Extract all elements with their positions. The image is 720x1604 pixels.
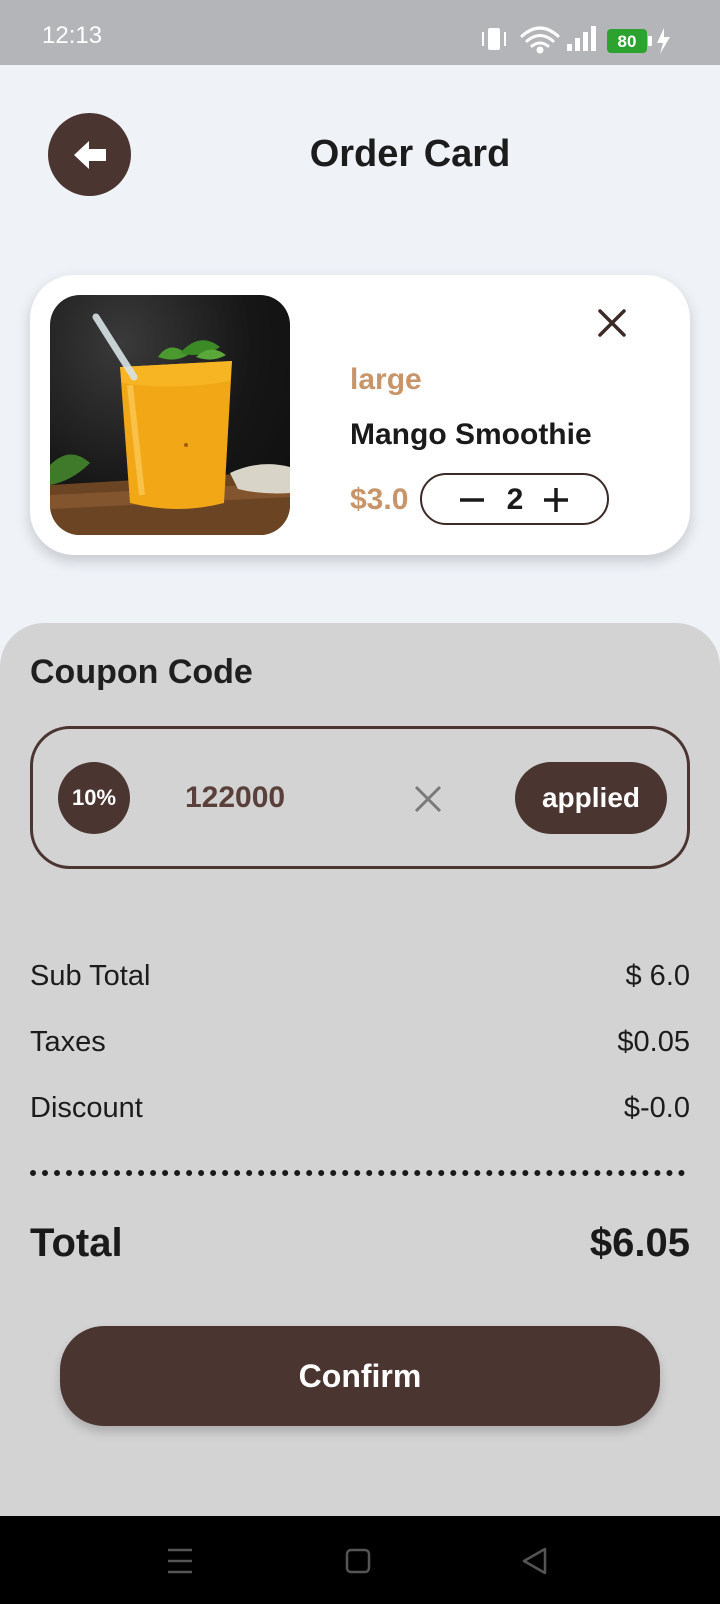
cart-item-card: large Mango Smoothie $3.0 2	[30, 275, 690, 555]
quantity-stepper: 2	[420, 473, 609, 525]
taxes-label: Taxes	[30, 1026, 106, 1058]
checkout-sheet: Coupon Code 10% applied Sub Total $ 6.0 …	[0, 623, 720, 1516]
taxes-value: $0.05	[617, 1026, 690, 1058]
close-icon	[598, 309, 626, 337]
confirm-button[interactable]: Confirm	[60, 1326, 660, 1426]
item-size: large	[350, 363, 422, 396]
menu-icon	[168, 1548, 192, 1574]
plus-icon	[544, 488, 568, 512]
item-name: Mango Smoothie	[350, 418, 592, 451]
subtotal-label: Sub Total	[30, 960, 151, 992]
total-value: $6.05	[589, 1221, 690, 1265]
clear-coupon-button[interactable]	[413, 784, 443, 814]
apply-coupon-button[interactable]: applied	[515, 762, 667, 834]
coupon-code-input[interactable]	[183, 769, 387, 827]
status-icons: 80	[460, 0, 720, 65]
quantity-value: 2	[506, 483, 524, 516]
coupon-title: Coupon Code	[30, 653, 253, 691]
recents-button[interactable]	[155, 1536, 205, 1586]
increase-quantity-button[interactable]	[542, 486, 570, 514]
battery-level: 80	[618, 32, 637, 51]
discount-value: $-0.0	[623, 1092, 690, 1124]
discount-badge: 10%	[58, 762, 130, 834]
home-square-icon	[345, 1548, 371, 1574]
status-time: 12:13	[42, 22, 103, 49]
home-button[interactable]	[333, 1536, 383, 1586]
remove-item-button[interactable]	[590, 301, 634, 345]
vibrate-icon	[482, 28, 506, 50]
decrease-quantity-button[interactable]	[458, 486, 486, 514]
page-title: Order Card	[309, 133, 511, 175]
battery-icon: 80	[607, 29, 652, 53]
coupon-box: 10% applied	[30, 726, 690, 869]
charging-icon	[657, 28, 670, 54]
status-bar: 12:13 80	[0, 0, 720, 65]
item-price: $3.0	[350, 483, 409, 516]
close-icon	[414, 785, 442, 813]
signal-icon	[567, 26, 596, 51]
minus-icon	[460, 498, 484, 502]
total-label: Total	[30, 1221, 123, 1265]
product-image	[50, 295, 290, 535]
dotted-divider	[30, 1170, 685, 1176]
subtotal-value: $ 6.0	[625, 960, 691, 992]
system-nav-bar	[0, 1516, 720, 1604]
back-nav-button[interactable]	[510, 1536, 560, 1586]
discount-label: Discount	[30, 1092, 143, 1124]
triangle-back-icon	[522, 1547, 547, 1575]
wifi-icon	[520, 26, 560, 54]
